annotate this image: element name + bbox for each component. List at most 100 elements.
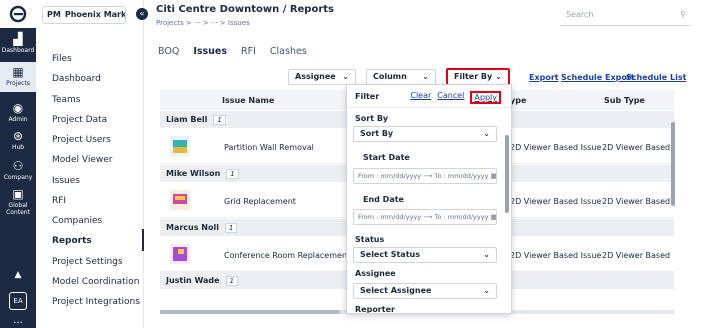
rail-item-admin[interactable]: ◉ Admin [0,102,36,128]
project-name-box[interactable]: PMPhoenix Mark··· [42,6,126,24]
group-person: Liam Bell [166,115,208,124]
filter-panel: Filter Clear Cancel Apply Sort By Sort B… [346,84,512,314]
sort-by-select[interactable]: Sort By ⌄ [353,126,497,142]
nav-item-project-settings[interactable]: Project Settings [52,257,123,267]
panel-scrollbar[interactable] [505,135,509,213]
col-type[interactable]: ype [510,96,526,105]
more-icon[interactable]: ... [0,315,36,326]
issue-type: 2D Viewer Based Issue [510,251,602,260]
calendar-icon[interactable]: ▦ [491,172,496,180]
issue-subtype: 2D Viewer Based Is [602,251,672,260]
export-link[interactable]: Export [529,73,559,82]
clear-button[interactable]: Clear [410,91,431,104]
tab-clashes[interactable]: Clashes [270,46,307,60]
issue-thumbnail [170,244,190,264]
nav-item-files[interactable]: Files [52,54,72,64]
scrollbar-thumb[interactable] [160,310,340,314]
group-count: 1 [224,223,238,233]
project-name: Phoenix Mark··· [64,10,126,19]
assignee-filter-select[interactable]: Select Assignee ⌄ [353,283,497,299]
column-select[interactable]: Column ⌄ [366,69,436,85]
schedule-list-link[interactable]: Schedule List [626,73,686,82]
schedule-export-link[interactable]: Schedule Export [561,73,635,82]
issue-name: Grid Replacement [224,197,296,206]
chevron-down-icon: ⌄ [483,129,490,138]
nav-item-project-integrations[interactable]: Project Integrations [52,297,140,307]
tab-issues[interactable]: Issues [193,46,227,60]
rail-item-dashboard[interactable]: ▟ Dashboard [0,30,36,60]
start-date-range[interactable]: From : mm/dd/yyyy ⟶ To : mm/dd/yyyy ▦ [353,168,497,184]
global-content-icon: ▣ [12,187,24,201]
rail-item-projects[interactable]: ▦ Projects [0,62,36,92]
rail-item-global-content[interactable]: ▣ Global Content [0,188,36,222]
admin-icon: ◉ [12,101,24,115]
projects-icon: ▦ [12,65,24,79]
sort-by-label: Sort By [355,114,389,123]
end-date-range[interactable]: From : mm/dd/yyyy ⟶ To : mm/dd/yyyy ▦ [353,209,497,225]
app-root: ▟ Dashboard ▦ Projects ◉ Admin ⊛ Hub ⚇ C… [0,0,714,328]
nav-item-reports[interactable]: Reports [52,236,92,246]
divider [347,107,511,108]
issue-type: 2D Viewer Based Issue [510,197,602,206]
tab-boq[interactable]: BOQ [158,46,179,60]
group-count: 1 [226,169,239,179]
apply-button[interactable]: Apply [470,91,501,104]
calendar-icon[interactable]: ▦ [491,213,496,221]
search-icon: ⚲ [680,10,686,19]
date-from[interactable]: From : mm/dd/yyyy [358,172,421,180]
assignee-label: Assignee [355,269,396,278]
user-avatar[interactable]: EA [9,292,27,310]
date-to[interactable]: To : mm/dd/yyyy [435,172,489,180]
issue-name: Conference Room Replacement [224,251,351,260]
issue-thumbnail [170,136,190,156]
rail-item-company[interactable]: ⚇ Company [0,160,36,186]
issue-subtype: 2D Viewer Based Is [602,143,672,152]
chevron-down-icon: ⌄ [483,250,490,259]
col-sub-type[interactable]: Sub Type [604,96,645,105]
breadcrumb[interactable]: Projects > ··· > ··· > Issues [156,19,250,27]
filter-panel-title: Filter [355,92,380,101]
group-person: Justin Wade [166,276,220,285]
date-to[interactable]: To : mm/dd/yyyy [435,213,489,221]
start-date-label: Start Date [363,153,410,162]
chevron-down-icon: ⌄ [483,286,490,295]
chevron-down-icon: ⌄ [422,72,429,81]
report-tabs: BOQ Issues RFI Clashes [158,46,307,60]
active-nav-indicator [142,229,144,251]
nav-item-model-viewer[interactable]: Model Viewer [52,155,112,165]
chevron-down-icon: ⌄ [495,72,502,81]
date-from[interactable]: From : mm/dd/yyyy [358,213,421,221]
rail-item-hub[interactable]: ⊛ Hub [0,130,36,156]
status-label: Status [355,235,385,244]
arrow-right-icon: ⟶ [423,172,433,180]
nav-item-issues[interactable]: Issues [52,176,80,186]
status-select[interactable]: Select Status ⌄ [353,247,497,263]
nav-item-teams[interactable]: Teams [52,95,80,105]
bell-icon[interactable]: ▲ [0,270,36,280]
collapse-sidebar-icon[interactable]: « [136,8,148,20]
assignee-select[interactable]: Assignee ⌄ [288,69,356,85]
vertical-scrollbar[interactable] [671,122,675,206]
icon-rail: ▟ Dashboard ▦ Projects ◉ Admin ⊛ Hub ⚇ C… [0,0,36,328]
arrow-right-icon: ⟶ [423,213,433,221]
nav-item-model-coordination[interactable]: Model Coordination [52,277,139,287]
nav-item-project-users[interactable]: Project Users [52,135,111,145]
nav-item-companies[interactable]: Companies [52,216,102,226]
hub-icon: ⊛ [12,129,24,143]
col-issue-name[interactable]: Issue Name [222,96,274,105]
group-person: Marcus Noll [166,223,219,232]
page-title: Citi Centre Downtown / Reports [156,4,334,15]
nav-item-project-data[interactable]: Project Data [52,115,107,125]
search-input[interactable]: Search ⚲ [560,8,690,26]
nav-item-rfi[interactable]: RFI [52,196,66,206]
tab-rfi[interactable]: RFI [241,46,256,60]
cancel-button[interactable]: Cancel [437,91,464,104]
issue-subtype: 2D Viewer Based Is [602,197,672,206]
logo-icon [9,5,27,23]
nav-item-dashboard[interactable]: Dashboard [52,74,101,84]
app-logo[interactable] [0,0,36,28]
issue-thumbnail [170,190,190,210]
company-icon: ⚇ [12,159,24,173]
page-header: Citi Centre Downtown / Reports Projects … [150,0,714,36]
group-count: 1 [213,115,226,125]
